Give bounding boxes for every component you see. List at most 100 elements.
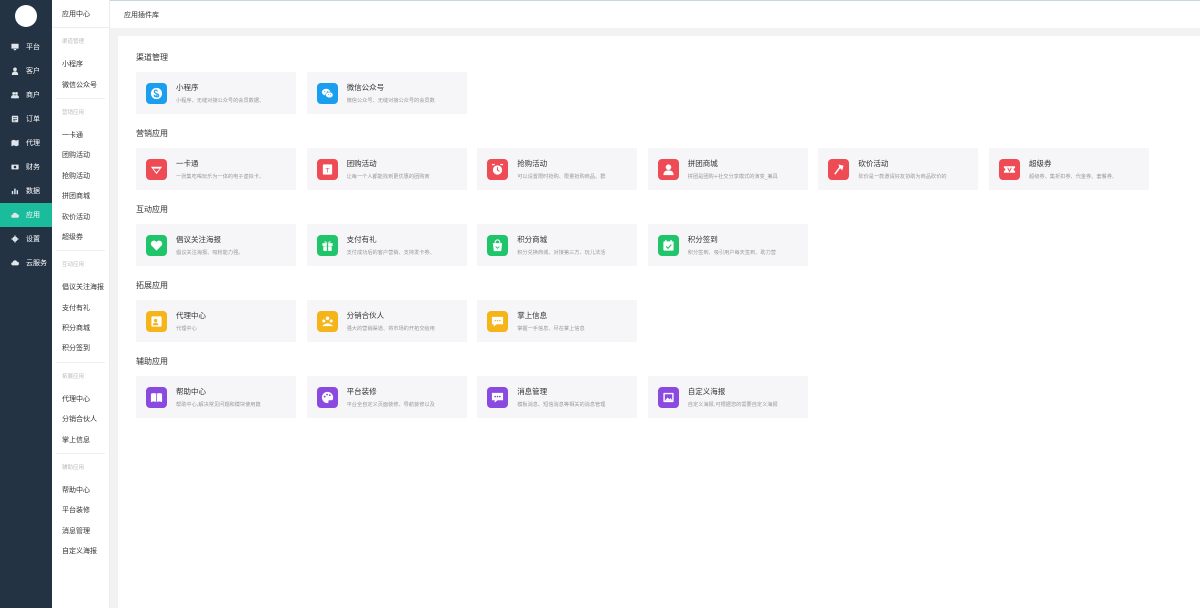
nav-item-label: 代理 bbox=[26, 139, 40, 147]
sidebar-link[interactable]: 拼团商城 bbox=[52, 186, 109, 206]
nav-item-0[interactable]: 平台 bbox=[0, 35, 52, 59]
agent-icon bbox=[146, 310, 167, 332]
app-card-description: 积分签到、吸引用户每天签到、助力营 bbox=[687, 250, 776, 256]
sidebar-link[interactable]: 小程序 bbox=[52, 54, 109, 74]
list-icon bbox=[10, 115, 19, 124]
nav-item-label: 商户 bbox=[26, 91, 40, 99]
app-card-name: 消息管理 bbox=[517, 387, 548, 396]
app-card[interactable]: 代理中心 代理中心 bbox=[136, 300, 296, 342]
app-card[interactable]: 自定义海报自定义海报,可根据您的需要自定义海报 bbox=[647, 376, 808, 418]
sidebar-link[interactable]: 帮助中心 bbox=[52, 480, 109, 500]
svg-text:T: T bbox=[324, 166, 329, 174]
app-card[interactable]: 帮助中心 帮助中心,解决常见问题和模块使用篇 bbox=[136, 376, 296, 418]
app-card-text: 自定义海报自定义海报,可根据您的需要自定义海报 bbox=[688, 386, 808, 408]
app-card[interactable]: 掌上信息 掌握一手信息、尽在掌上信息 bbox=[477, 300, 638, 342]
axe-icon bbox=[828, 158, 850, 180]
app-card-name: 超级券 bbox=[1029, 159, 1052, 168]
app-card[interactable]: 分销合伙人 强大的营销渠道、将市场的开拓交给用 bbox=[306, 300, 467, 342]
diamond-card-icon bbox=[146, 158, 167, 180]
app-card-name: 微信公众号 bbox=[346, 83, 385, 92]
nav-item-8[interactable]: 设置 bbox=[0, 227, 52, 251]
sidebar-link[interactable]: 消息管理 bbox=[52, 521, 109, 541]
app-card[interactable]: 消息管理 模板消息、短信消息等相关的消息管理 bbox=[477, 376, 638, 418]
app-card-text: 拼团商城拼团是团购+社交分享模式的演变_兼具 bbox=[688, 158, 808, 180]
avatar[interactable] bbox=[15, 5, 37, 27]
sidebar-link[interactable]: 超级券 bbox=[52, 227, 109, 247]
app-card-description: 超级券、集折扣券、代金券、套餐券、 bbox=[1029, 174, 1118, 180]
sidebar-link[interactable]: 微信公众号 bbox=[52, 74, 109, 94]
sidebar-group-title: 辅助应用 bbox=[62, 464, 85, 471]
sidebar-link[interactable]: 分销合伙人 bbox=[52, 409, 109, 429]
app-card[interactable]: 支付有礼 支付成功后的客户营销、支持发卡券、 bbox=[306, 224, 467, 266]
app-card[interactable]: 砍价活动 砍价是一款邀请好友协助为商品砍价的 bbox=[818, 148, 979, 190]
sidebar-link[interactable]: 砍价活动 bbox=[52, 206, 109, 226]
sidebar-link[interactable]: 积分签到 bbox=[52, 338, 109, 358]
app-card-description: 拼团是团购+社交分享模式的演变_兼具 bbox=[687, 174, 778, 180]
app-card[interactable]: 小程序 小程序、无缝对接公众号的会员数据、 bbox=[136, 72, 296, 114]
sidebar-link[interactable]: 抢购活动 bbox=[52, 166, 109, 186]
nav-item-6[interactable]: 数据 bbox=[0, 179, 52, 203]
app-card-name: 倡议关注海报 bbox=[176, 235, 221, 244]
sidebar-title[interactable]: 应用中心 bbox=[52, 0, 109, 28]
app-card-text: 小程序 小程序、无缝对接公众号的会员数据、 bbox=[176, 82, 296, 104]
nav-item-4[interactable]: 代理 bbox=[0, 131, 52, 155]
image-frame-icon bbox=[657, 386, 679, 408]
shopping-bag-icon bbox=[487, 234, 509, 256]
app-card[interactable]: 微信公众号 微信公众号、无缝对接公众号的会员数 bbox=[306, 72, 467, 114]
app-card-name: 拼团商城 bbox=[687, 159, 718, 168]
alarm-clock-icon bbox=[487, 158, 509, 180]
sidebar-link[interactable]: 团购活动 bbox=[52, 145, 109, 165]
app-card[interactable]: 超级券超级券、集折扣券、代金券、套餐券、 bbox=[989, 148, 1149, 190]
app-card-name: 自定义海报 bbox=[687, 387, 726, 396]
app-card[interactable]: 拼团商城拼团是团购+社交分享模式的演变_兼具 bbox=[647, 148, 808, 190]
sub-sidebar: 应用中心 渠道管理 小程序 微信公众号 营销应用 一卡通 团购活动 抢购活动 拼团商城 砍价活动… bbox=[52, 0, 110, 608]
app-card-text: 团购活动 让每一个人都能找到更优惠的团购商 bbox=[347, 158, 467, 180]
app-card[interactable]: 积分商城 积分兑换商城、对接第三方、玩儿法活 bbox=[477, 224, 638, 266]
app-card-text: 帮助中心 帮助中心,解决常见问题和模块使用篇 bbox=[176, 386, 296, 408]
section-title: 营销应用 bbox=[136, 129, 168, 138]
app-card[interactable]: 抢购活动 可以设置限时抢购、限量抢购商品、群 bbox=[477, 148, 638, 190]
app-card-name: 抢购活动 bbox=[517, 159, 548, 168]
nav-item-5[interactable]: 财务 bbox=[0, 155, 52, 179]
app-card-text: 掌上信息 掌握一手信息、尽在掌上信息 bbox=[517, 310, 637, 332]
sidebar-link[interactable]: 平台装修 bbox=[52, 500, 109, 520]
sidebar-link[interactable]: 支付有礼 bbox=[52, 298, 109, 318]
users-icon bbox=[10, 91, 19, 100]
nav-item-2[interactable]: 商户 bbox=[0, 83, 52, 107]
sidebar-link[interactable]: 掌上信息 bbox=[52, 429, 109, 449]
book-icon bbox=[146, 386, 167, 408]
nav-item-3[interactable]: 订单 bbox=[0, 107, 52, 131]
sidebar-group-title: 互动应用 bbox=[62, 262, 85, 269]
sidebar-link[interactable]: 代理中心 bbox=[52, 389, 109, 409]
map-icon bbox=[10, 139, 19, 148]
app-card[interactable]: 倡议关注海报 倡议关注海报、吸粉能力强。 bbox=[136, 224, 296, 266]
app-card-description: 自定义海报,可根据您的需要自定义海报 bbox=[687, 402, 778, 408]
nav-item-7[interactable]: 应用 bbox=[0, 203, 52, 227]
nav-item-label: 平台 bbox=[26, 43, 40, 51]
sidebar-link[interactable]: 倡议关注海报 bbox=[52, 277, 109, 297]
nav-item-9[interactable]: 云服务 bbox=[0, 251, 52, 275]
section-title: 互动应用 bbox=[136, 205, 168, 214]
user-icon bbox=[10, 67, 19, 76]
app-card-description: 积分兑换商城、对接第三方、玩儿法活 bbox=[517, 250, 606, 256]
sidebar-link[interactable]: 自定义海报 bbox=[52, 541, 109, 561]
nav-item-1[interactable]: 客户 bbox=[0, 59, 52, 83]
main-panel: 渠道管理 小程序 小程序、无缝对接公众号的会员数据、 微信公众号 微信公众号、无缝对接公… bbox=[118, 36, 1200, 608]
app-card[interactable]: 积分签到 积分签到、吸引用户每天签到、助力营 bbox=[647, 224, 808, 266]
app-card-description: 平台全自定义页面装修、导航装修以及 bbox=[346, 402, 435, 408]
calendar-check-icon bbox=[657, 234, 679, 256]
nav-item-label: 应用 bbox=[26, 211, 40, 219]
app-card[interactable]: T 团购活动 让每一个人都能找到更优惠的团购商 bbox=[306, 148, 467, 190]
partners-icon bbox=[316, 310, 338, 332]
app-card-description: 砍价是一款邀请好友协助为商品砍价的 bbox=[858, 174, 947, 180]
ticket-icon bbox=[999, 158, 1020, 180]
nav-item-label: 财务 bbox=[26, 163, 40, 171]
nav-item-label: 订单 bbox=[26, 115, 40, 123]
sidebar-link[interactable]: 一卡通 bbox=[52, 125, 109, 145]
cloud-apps-icon bbox=[10, 211, 19, 220]
app-card[interactable]: 平台装修 平台全自定义页面装修、导航装修以及 bbox=[306, 376, 467, 418]
app-card-text: 砍价活动 砍价是一款邀请好友协助为商品砍价的 bbox=[858, 158, 978, 180]
monitor-icon bbox=[10, 43, 19, 52]
app-card[interactable]: 一卡通 一张集吃喝玩乐为一体的电子虚拟卡、 bbox=[136, 148, 296, 190]
sidebar-link[interactable]: 积分商城 bbox=[52, 318, 109, 338]
